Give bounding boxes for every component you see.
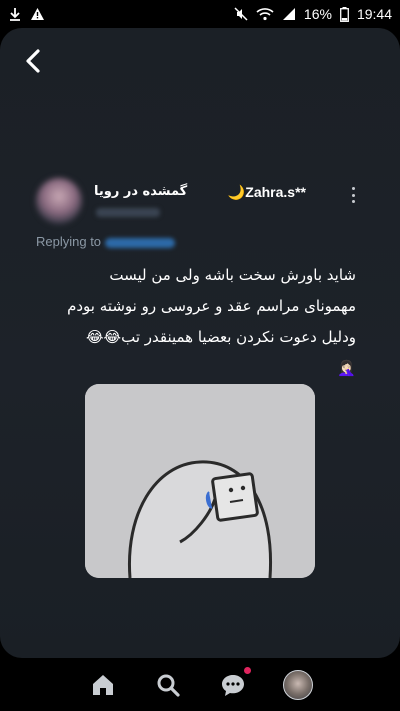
tweet-line-1: شاید باورش سخت باشه ولی من لیست [109, 266, 356, 284]
signal-icon [282, 8, 295, 20]
messages-icon [221, 674, 244, 696]
notification-dot [243, 666, 251, 674]
author-avatar[interactable] [36, 178, 82, 224]
tweet-line-2: مهمونای مراسم عقد و عروسی رو نوشته بودم [67, 297, 356, 315]
warning-icon [31, 8, 44, 20]
clock: 19:44 [356, 6, 392, 22]
back-arrow-icon [26, 49, 40, 73]
mute-icon [234, 7, 248, 21]
status-left [8, 7, 45, 21]
battery-icon [340, 6, 349, 22]
search-icon [157, 674, 180, 697]
meme-illustration [85, 384, 315, 578]
replying-to: Replying to [36, 234, 176, 249]
battery-percent: 16% [303, 6, 332, 22]
tweet-line-4: 🤦🏻‍♀️ [337, 359, 356, 377]
crescent-moon-icon: 🌙 [227, 184, 246, 200]
nav-messages[interactable] [217, 666, 251, 701]
status-bar: 16% 19:44 [0, 0, 400, 28]
bottom-navigation [0, 658, 400, 711]
tweet-text: شاید باورش سخت باشه ولی من لیست مهمونای … [40, 260, 356, 384]
tweet-line-3: ودلیل دعوت نکردن بعضیا همینقدر تب😂😂 [86, 328, 356, 346]
back-button[interactable] [18, 46, 48, 76]
tweet-viewer: 🌙Zahra.s** گمشده در رویا Replying to شای… [0, 28, 400, 658]
status-right: 16% 19:44 [234, 6, 392, 22]
tweet-media-image[interactable] [85, 384, 315, 578]
nav-home[interactable] [87, 669, 119, 701]
replying-handle-redacted[interactable] [105, 237, 176, 248]
nav-search[interactable] [152, 669, 184, 701]
more-options-icon[interactable] [346, 185, 360, 205]
replying-prefix: Replying to [36, 234, 102, 249]
profile-avatar [282, 669, 313, 700]
download-icon [10, 8, 20, 21]
home-icon [92, 674, 113, 695]
author-display-name: گمشده در رویا [94, 184, 188, 199]
wifi-icon [256, 8, 274, 21]
nav-profile[interactable] [282, 669, 314, 701]
author-name[interactable]: 🌙Zahra.s** [228, 184, 306, 201]
author-handle-redacted [96, 208, 160, 217]
